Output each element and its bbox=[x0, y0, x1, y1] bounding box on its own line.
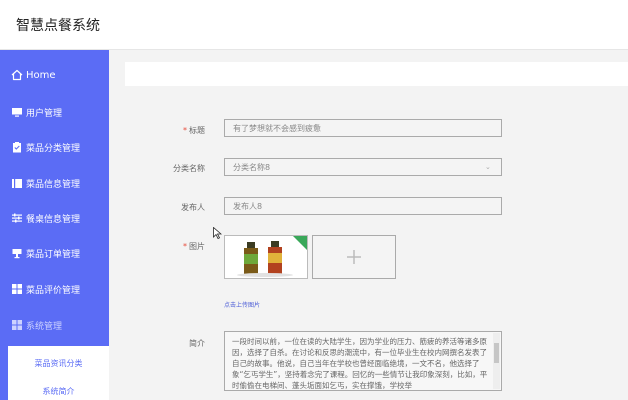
sidebar-item-dish-category[interactable]: 菜品分类管理 bbox=[0, 132, 109, 162]
intro-label: 简介 bbox=[189, 339, 205, 348]
publisher-input[interactable]: 发布人8 bbox=[224, 197, 502, 215]
title-label: * 标题 bbox=[183, 126, 205, 135]
app-title: 智慧点餐系统 bbox=[16, 18, 100, 34]
chevron-down-icon: ⌄ bbox=[485, 163, 491, 171]
sidebar-item-user-management[interactable]: 用户管理 bbox=[0, 97, 109, 127]
main-content: * 标题 有了梦想就不会感到疲惫 分类名称 分类名称8 ⌄ 发布人 发布人8 * 图… bbox=[109, 50, 628, 400]
sidebar-item-label: 用户管理 bbox=[26, 108, 63, 119]
plus-icon bbox=[347, 250, 361, 264]
mouse-cursor-icon bbox=[213, 227, 222, 239]
top-bar: 智慧点餐系统 bbox=[0, 0, 628, 50]
cup-icon bbox=[11, 247, 23, 259]
title-input[interactable]: 有了梦想就不会感到疲惫 bbox=[224, 119, 502, 137]
textarea-scrollbar[interactable] bbox=[493, 333, 500, 389]
publisher-label: 发布人 bbox=[181, 203, 205, 212]
sidebar-item-label: 菜品信息管理 bbox=[26, 179, 81, 190]
grid-icon bbox=[11, 283, 23, 295]
required-mark: * bbox=[183, 126, 187, 135]
system-submenu: 菜品资讯分类 系统简介 bbox=[8, 346, 109, 400]
intro-textarea[interactable]: 一段时间以前，一位在读的大陆学生，因为学业的压力、筋疲的养活等诸多原因，选择了自… bbox=[224, 331, 502, 391]
sidebar-item-label: 系统管理 bbox=[26, 321, 63, 332]
sliders-icon bbox=[11, 212, 23, 224]
home-icon bbox=[11, 69, 23, 81]
submenu-item-news-category[interactable]: 菜品资讯分类 bbox=[8, 352, 109, 374]
sidebar-item-home[interactable]: Home bbox=[0, 60, 109, 90]
sidebar-item-order[interactable]: 菜品订单管理 bbox=[0, 238, 109, 268]
sidebar-item-label: Home bbox=[26, 69, 56, 81]
image-label: * 图片 bbox=[183, 242, 205, 251]
uploaded-image-thumbnail[interactable] bbox=[224, 235, 308, 279]
upload-hint-link[interactable]: 点击上传图片 bbox=[224, 300, 260, 309]
sidebar-item-table-info[interactable]: 餐桌信息管理 bbox=[0, 203, 109, 233]
sidebar-item-label: 餐桌信息管理 bbox=[26, 214, 81, 225]
submenu-item-system-intro[interactable]: 系统简介 bbox=[8, 380, 109, 400]
grid-icon bbox=[11, 319, 23, 331]
category-select[interactable]: 分类名称8 ⌄ bbox=[224, 158, 502, 176]
edit-form: * 标题 有了梦想就不会感到疲惫 分类名称 分类名称8 ⌄ 发布人 发布人8 * 图… bbox=[125, 90, 628, 400]
monitor-icon bbox=[11, 106, 23, 118]
sidebar-item-label: 菜品分类管理 bbox=[26, 143, 81, 154]
sidebar-item-label: 菜品订单管理 bbox=[26, 249, 81, 260]
sidebar-item-review[interactable]: 菜品评价管理 bbox=[0, 274, 109, 304]
juice-bottles-image bbox=[225, 236, 307, 278]
book-icon bbox=[11, 177, 23, 189]
scrollbar-thumb[interactable] bbox=[494, 343, 499, 363]
sidebar-item-system[interactable]: 系统管理 bbox=[0, 310, 109, 340]
upload-image-button[interactable] bbox=[312, 235, 396, 279]
page-header bbox=[125, 62, 628, 86]
category-label: 分类名称 bbox=[173, 164, 205, 173]
sidebar-item-dish-info[interactable]: 菜品信息管理 bbox=[0, 168, 109, 198]
sidebar-item-label: 菜品评价管理 bbox=[26, 285, 81, 296]
clipboard-icon bbox=[11, 141, 23, 153]
required-mark: * bbox=[183, 242, 187, 251]
